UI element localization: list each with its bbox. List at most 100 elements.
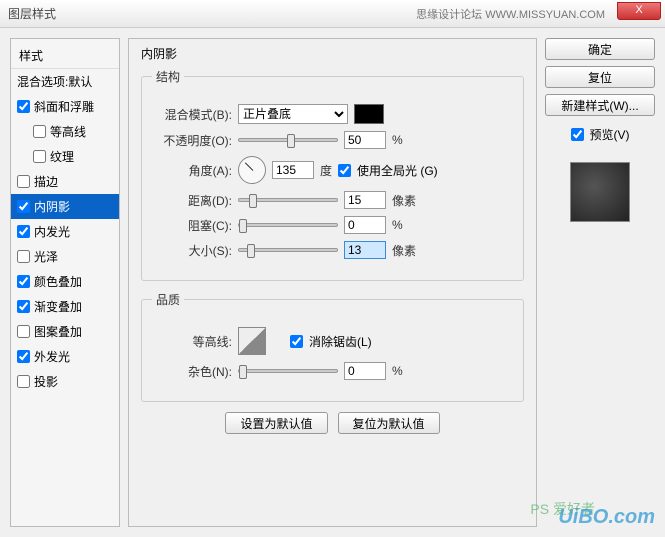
style-item-5[interactable]: 内发光 [11,219,119,244]
angle-input[interactable] [272,161,314,179]
angle-row: 角度(A): 度 使用全局光 (G) [152,156,513,184]
noise-slider[interactable] [238,369,338,373]
title-bar: 图层样式 思缘设计论坛 WWW.MISSYUAN.COM X [0,0,665,28]
structure-legend: 结构 [152,68,184,85]
choke-unit: % [392,218,403,232]
angle-dial[interactable] [238,156,266,184]
styles-header: 样式 [11,43,119,69]
noise-unit: % [392,364,403,378]
distance-unit: 像素 [392,192,416,209]
antialias-checkbox[interactable] [290,335,303,348]
style-item-1[interactable]: 等高线 [11,119,119,144]
style-checkbox-8[interactable] [17,300,30,313]
quality-legend: 品质 [152,291,184,308]
style-checkbox-9[interactable] [17,325,30,338]
style-label-2: 纹理 [50,148,74,165]
choke-label: 阻塞(C): [152,217,232,234]
blend-mode-label: 混合模式(B): [152,106,232,123]
settings-panel: 内阴影 结构 混合模式(B): 正片叠底 不透明度(O): % 角度(A): 度 [128,38,537,527]
style-item-0[interactable]: 斜面和浮雕 [11,94,119,119]
noise-input[interactable] [344,362,386,380]
style-checkbox-7[interactable] [17,275,30,288]
size-slider[interactable] [238,248,338,252]
angle-label: 角度(A): [152,162,232,179]
opacity-slider[interactable] [238,138,338,142]
distance-label: 距离(D): [152,192,232,209]
style-label-8: 渐变叠加 [34,298,82,315]
size-input[interactable] [344,241,386,259]
style-checkbox-6[interactable] [17,250,30,263]
style-label-9: 图案叠加 [34,323,82,340]
style-label-3: 描边 [34,173,58,190]
blend-mode-row: 混合模式(B): 正片叠底 [152,104,513,124]
preview-swatch [570,162,630,222]
style-label-1: 等高线 [50,123,86,140]
style-item-3[interactable]: 描边 [11,169,119,194]
style-item-8[interactable]: 渐变叠加 [11,294,119,319]
reset-default-button[interactable]: 复位为默认值 [338,412,440,434]
preview-checkbox[interactable] [571,128,584,141]
make-default-button[interactable]: 设置为默认值 [225,412,327,434]
choke-slider[interactable] [238,223,338,227]
style-label-4: 内阴影 [34,198,70,215]
shadow-color-swatch[interactable] [354,104,384,124]
opacity-row: 不透明度(O): % [152,131,513,149]
cancel-button[interactable]: 复位 [545,66,655,88]
style-label-6: 光泽 [34,248,58,265]
style-label-11: 投影 [34,373,58,390]
credit-text: 思缘设计论坛 WWW.MISSYUAN.COM [416,6,605,22]
quality-group: 品质 等高线: 消除锯齿(L) 杂色(N): % [141,291,524,402]
distance-input[interactable] [344,191,386,209]
angle-unit: 度 [320,162,332,179]
noise-row: 杂色(N): % [152,362,513,380]
size-unit: 像素 [392,242,416,259]
window-title: 图层样式 [8,5,56,22]
style-checkbox-1[interactable] [33,125,46,138]
distance-slider[interactable] [238,198,338,202]
right-panel: 确定 复位 新建样式(W)... 预览(V) [545,38,655,527]
contour-picker[interactable] [238,327,266,355]
watermark-main: UiBO.com [558,506,655,529]
opacity-input[interactable] [344,131,386,149]
style-checkbox-2[interactable] [33,150,46,163]
style-item-10[interactable]: 外发光 [11,344,119,369]
blend-options-item[interactable]: 混合选项:默认 [11,69,119,94]
size-row: 大小(S): 像素 [152,241,513,259]
style-label-0: 斜面和浮雕 [34,98,94,115]
blend-options-label: 混合选项:默认 [17,73,92,90]
contour-label: 等高线: [152,333,232,350]
panel-title: 内阴影 [141,45,524,62]
style-checkbox-4[interactable] [17,200,30,213]
style-item-11[interactable]: 投影 [11,369,119,394]
choke-input[interactable] [344,216,386,234]
distance-row: 距离(D): 像素 [152,191,513,209]
antialias-label: 消除锯齿(L) [309,333,372,350]
contour-row: 等高线: 消除锯齿(L) [152,327,513,355]
global-light-checkbox[interactable] [338,164,351,177]
style-checkbox-0[interactable] [17,100,30,113]
style-label-5: 内发光 [34,223,70,240]
noise-label: 杂色(N): [152,363,232,380]
choke-row: 阻塞(C): % [152,216,513,234]
style-checkbox-3[interactable] [17,175,30,188]
new-style-button[interactable]: 新建样式(W)... [545,94,655,116]
opacity-unit: % [392,133,403,147]
opacity-label: 不透明度(O): [152,132,232,149]
style-item-7[interactable]: 颜色叠加 [11,269,119,294]
style-item-4[interactable]: 内阴影 [11,194,119,219]
preview-label: 预览(V) [590,126,630,143]
style-label-7: 颜色叠加 [34,273,82,290]
style-item-6[interactable]: 光泽 [11,244,119,269]
style-item-2[interactable]: 纹理 [11,144,119,169]
style-checkbox-11[interactable] [17,375,30,388]
close-button[interactable]: X [617,2,661,20]
style-checkbox-5[interactable] [17,225,30,238]
style-label-10: 外发光 [34,348,70,365]
structure-group: 结构 混合模式(B): 正片叠底 不透明度(O): % 角度(A): 度 使用全… [141,68,524,281]
style-checkbox-10[interactable] [17,350,30,363]
global-light-label: 使用全局光 (G) [357,162,438,179]
styles-list: 样式 混合选项:默认 斜面和浮雕等高线纹理描边内阴影内发光光泽颜色叠加渐变叠加图… [10,38,120,527]
ok-button[interactable]: 确定 [545,38,655,60]
blend-mode-select[interactable]: 正片叠底 [238,104,348,124]
style-item-9[interactable]: 图案叠加 [11,319,119,344]
